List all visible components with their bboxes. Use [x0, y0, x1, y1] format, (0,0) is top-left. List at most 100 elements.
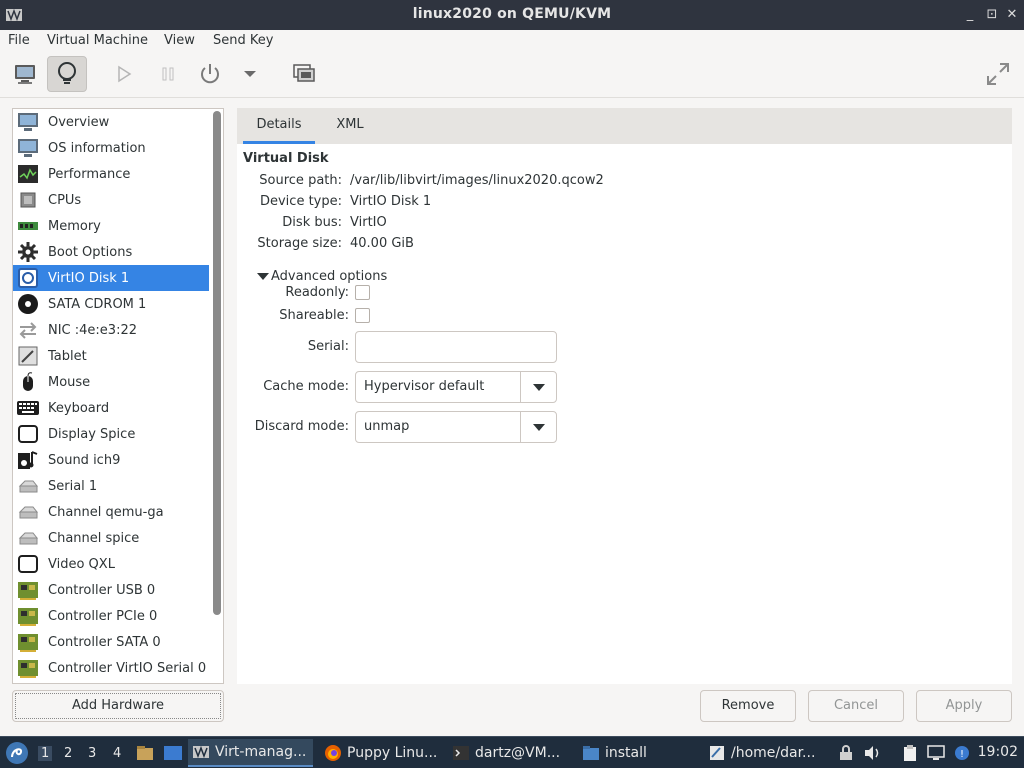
sidebar-item-memory[interactable]: Memory [13, 213, 209, 239]
readonly-checkbox[interactable] [355, 285, 370, 300]
sidebar-item-label: Serial 1 [48, 478, 98, 494]
toolbar [0, 52, 1024, 98]
clipboard-icon[interactable] [900, 743, 920, 763]
snapshots-button[interactable] [284, 56, 324, 92]
console-button[interactable] [5, 56, 45, 92]
sidebar-item-controller-sata-0[interactable]: Controller SATA 0 [13, 629, 209, 655]
controller-card-icon [15, 578, 41, 602]
sidebar-item-channel-spice[interactable]: Channel spice [13, 525, 209, 551]
fullscreen-button[interactable] [978, 56, 1018, 92]
sidebar-item-mouse[interactable]: Mouse [13, 369, 209, 395]
monitor-icon [15, 136, 41, 160]
tab-bar: Details XML [237, 108, 1012, 144]
sidebar-item-controller-pcie-0[interactable]: Controller PCIe 0 [13, 603, 209, 629]
update-icon[interactable]: ! [952, 743, 972, 763]
apply-button[interactable]: Apply [916, 690, 1012, 722]
cdrom-icon [15, 292, 41, 316]
cache-mode-dropdown-button[interactable] [520, 372, 556, 402]
sidebar-item-label: Keyboard [48, 400, 110, 416]
workspace-4[interactable]: 4 [113, 746, 121, 761]
sidebar-item-keyboard[interactable]: Keyboard [13, 395, 209, 421]
section-title: Virtual Disk [243, 151, 329, 166]
sidebar-item-sata-cdrom-1[interactable]: SATA CDROM 1 [13, 291, 209, 317]
svg-text:!: ! [960, 749, 964, 760]
disk-bus-value: VirtIO [350, 215, 387, 230]
sidebar-item-label: Controller PCIe 0 [48, 608, 158, 624]
sidebar-item-overview[interactable]: Overview [13, 109, 209, 135]
maximize-button[interactable]: ⊡ [984, 7, 1000, 23]
tablet-icon [15, 344, 41, 368]
video-display-icon [15, 552, 41, 576]
sidebar-item-label: SATA CDROM 1 [48, 296, 147, 312]
controller-card-icon [15, 656, 41, 680]
menu-file[interactable]: File [8, 33, 30, 48]
add-hardware-button[interactable]: Add Hardware [12, 690, 224, 722]
file-manager-launcher-icon[interactable] [135, 743, 155, 763]
cancel-button[interactable]: Cancel [808, 690, 904, 722]
storage-size-value: 40.00 GiB [350, 236, 414, 251]
show-desktop-icon[interactable] [163, 743, 183, 763]
run-button[interactable] [104, 56, 144, 92]
volume-icon[interactable] [862, 743, 882, 763]
menu-send-key[interactable]: Send Key [213, 33, 273, 48]
tab-details[interactable]: Details [243, 108, 315, 144]
workspace-3[interactable]: 3 [88, 746, 96, 761]
pause-button[interactable] [148, 56, 188, 92]
sidebar-item-controller-virtio-serial-0[interactable]: Controller VirtIO Serial 0 [13, 655, 209, 681]
workspace-2[interactable]: 2 [64, 746, 72, 761]
network-icon[interactable] [926, 743, 946, 763]
tab-xml[interactable]: XML [325, 108, 375, 144]
sidebar-item-cpus[interactable]: CPUs [13, 187, 209, 213]
sidebar-item-controller-usb-0[interactable]: Controller USB 0 [13, 577, 209, 603]
workspace-1[interactable]: 1 [38, 746, 53, 761]
sidebar-item-virtio-disk-1[interactable]: VirtIO Disk 1 [13, 265, 209, 291]
shareable-checkbox[interactable] [355, 308, 370, 323]
menu-virtual-machine[interactable]: Virtual Machine [47, 33, 148, 48]
sidebar-item-serial-1[interactable]: Serial 1 [13, 473, 209, 499]
firefox-icon [325, 745, 341, 761]
sidebar-item-nic-4e-e3-22[interactable]: NIC :4e:e3:22 [13, 317, 209, 343]
advanced-options-expander[interactable]: Advanced options [257, 269, 387, 284]
task-install-folder[interactable]: install [578, 739, 688, 767]
serial-input[interactable] [355, 331, 557, 363]
hard-disk-icon [15, 266, 41, 290]
start-menu-icon[interactable] [5, 741, 29, 765]
sidebar-item-performance[interactable]: Performance [13, 161, 209, 187]
sidebar-item-video-qxl[interactable]: Video QXL [13, 551, 209, 577]
clock: 19:02 [977, 744, 1018, 760]
device-type-label: Device type: [259, 194, 342, 209]
details-panel: Virtual Disk Source path: /var/lib/libvi… [237, 144, 1012, 684]
task-virt-manager[interactable]: Virt-manag... [188, 739, 313, 767]
fullscreen-icon [987, 63, 1009, 85]
sidebar-item-label: Display Spice [48, 426, 136, 442]
sidebar-scroll-thumb[interactable] [213, 111, 221, 615]
sidebar-item-os-information[interactable]: OS information [13, 135, 209, 161]
details-button[interactable] [47, 56, 87, 92]
discard-mode-select[interactable]: unmap [355, 411, 557, 443]
sidebar-item-boot-options[interactable]: Boot Options [13, 239, 209, 265]
remove-button[interactable]: Remove [700, 690, 796, 722]
sidebar-item-label: NIC :4e:e3:22 [48, 322, 137, 338]
sidebar-item-display-spice[interactable]: Display Spice [13, 421, 209, 447]
cache-mode-select[interactable]: Hypervisor default [355, 371, 557, 403]
discard-mode-label: Discard mode: [254, 419, 349, 434]
sidebar-item-channel-qemu-ga[interactable]: Channel qemu-ga [13, 499, 209, 525]
text-editor-icon [710, 746, 724, 760]
shutdown-button[interactable] [190, 56, 230, 92]
minimize-button[interactable]: _ [962, 7, 978, 23]
shutdown-menu-button[interactable] [230, 56, 270, 92]
menu-view[interactable]: View [164, 33, 195, 48]
sidebar-scrollbar[interactable] [213, 111, 221, 681]
sidebar-item-sound-ich9[interactable]: Sound ich9 [13, 447, 209, 473]
discard-mode-dropdown-button[interactable] [520, 412, 556, 442]
close-button[interactable]: ✕ [1004, 7, 1020, 23]
lock-icon[interactable] [836, 743, 856, 763]
task-terminal[interactable]: dartz@VM... [448, 739, 573, 767]
taskbar: 1 2 3 4 Virt-manag... Puppy Linu... dart… [0, 736, 1024, 768]
sidebar-item-tablet[interactable]: Tablet [13, 343, 209, 369]
sidebar-item-label: Boot Options [48, 244, 133, 260]
task-text-editor[interactable]: /home/dar... [704, 739, 829, 767]
task-firefox[interactable]: Puppy Linu... [320, 739, 442, 767]
cache-mode-label: Cache mode: [263, 379, 349, 394]
sidebar-item-label: Overview [48, 114, 110, 130]
